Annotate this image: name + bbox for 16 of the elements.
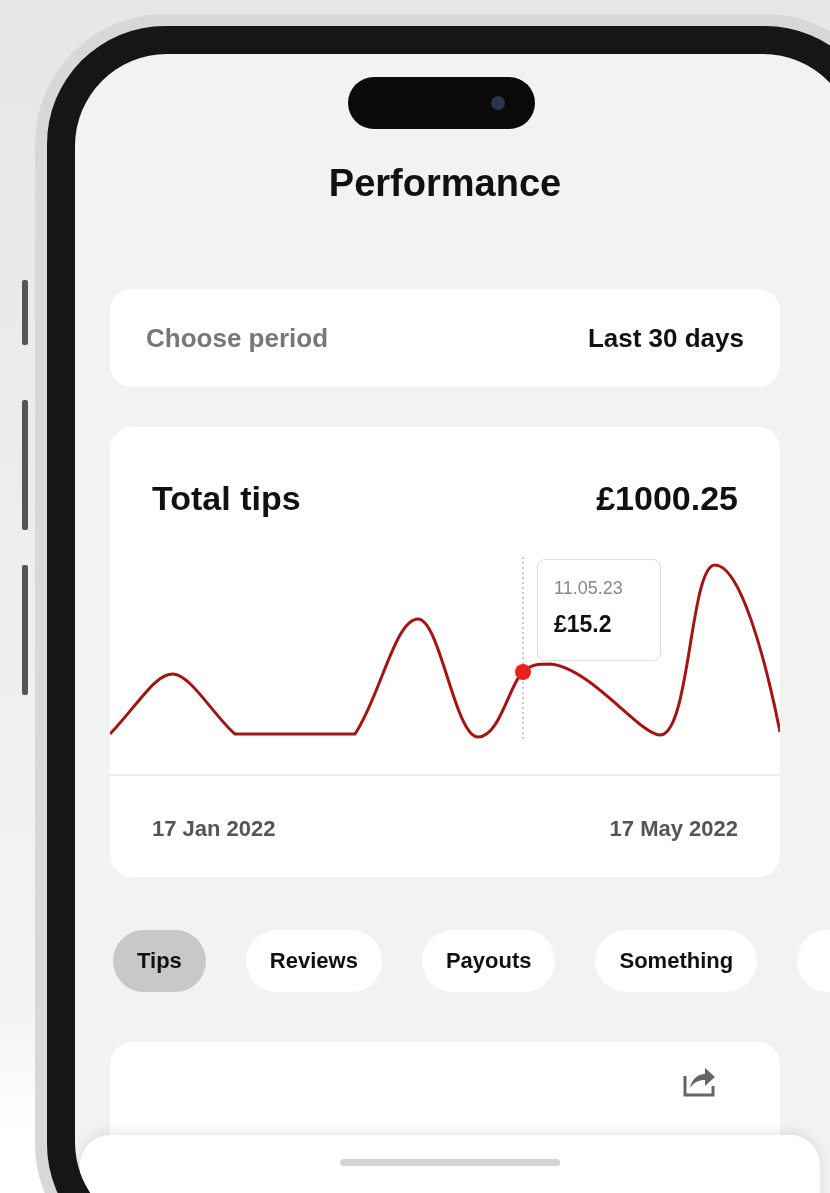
sheet-handle[interactable]: [340, 1159, 560, 1166]
tooltip-date: 11.05.23: [554, 578, 624, 599]
page-title: Performance: [327, 161, 563, 206]
tab[interactable]: Reviews: [245, 930, 382, 992]
tab[interactable]: Tips: [113, 930, 206, 992]
period-value: Last 30 days: [587, 322, 744, 354]
tooltip-value: £15.2: [554, 611, 613, 638]
period-selector[interactable]: Choose period Last 30 days: [110, 289, 780, 387]
end-date: 17 May 2022: [609, 816, 738, 842]
total-amount: £1000.25: [596, 478, 738, 519]
period-label: Choose period: [146, 322, 328, 354]
tab[interactable]: Something: [595, 930, 758, 992]
tab[interactable]: Payouts: [421, 930, 556, 992]
card-title: Total tips: [152, 478, 301, 519]
start-date: 17 Jan 2022: [152, 816, 276, 842]
selected-point[interactable]: [515, 664, 531, 680]
